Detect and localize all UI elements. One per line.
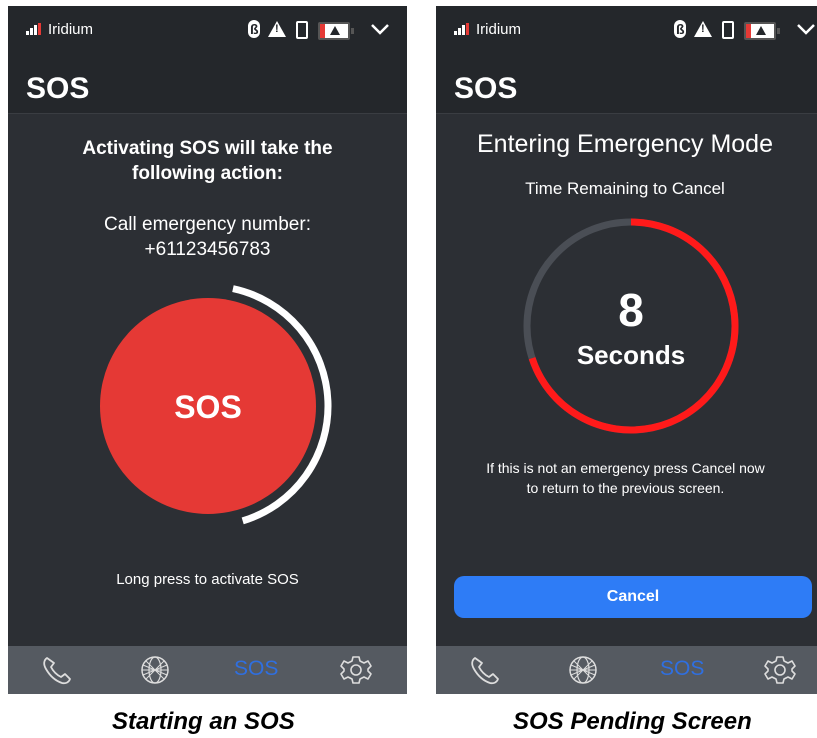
gear-icon[interactable] [763,654,797,686]
phone-screen-sos-pending: Iridium SOS Entering Emergency Mode Time… [436,6,817,694]
hint-text: Long press to activate SOS [116,571,299,588]
mode-heading: Entering Emergency Mode [477,130,773,158]
device-battery-icon [296,21,308,39]
chevron-down-icon[interactable] [796,22,816,36]
battery-low-icon [744,22,780,40]
phone-icon[interactable] [40,654,74,686]
countdown-dial: 8 Seconds [523,218,739,434]
chevron-down-icon[interactable] [370,22,390,36]
page-title: SOS [454,72,518,105]
action-label: Call emergency number: [104,214,311,235]
globe-icon[interactable] [138,654,172,686]
caption-right: SOS Pending Screen [513,708,752,735]
warning-icon [694,21,712,37]
heading-line: Activating SOS will take the [82,138,333,159]
cancel-note-line: If this is not an emergency press Cancel… [486,460,765,476]
sos-button-label: SOS [174,389,242,425]
battery-low-icon [318,22,354,40]
caption-left: Starting an SOS [112,708,295,735]
cancel-button[interactable]: Cancel [454,576,812,618]
gear-icon[interactable] [339,654,373,686]
signal-icon [454,23,470,35]
carrier-label: Iridium [48,21,94,38]
sos-press-dial: SOS [100,285,332,525]
cancel-note-line: to return to the previous screen. [526,480,725,496]
countdown-subheading: Time Remaining to Cancel [525,179,725,198]
countdown-value: 8 [618,284,644,336]
carrier-label: Iridium [476,21,522,38]
bottom-nav: SOS [8,646,407,694]
globe-icon[interactable] [566,654,600,686]
warning-icon [268,21,286,37]
bluetooth-icon [248,20,260,38]
status-bar: Iridium [436,6,817,56]
status-bar: Iridium [8,6,407,56]
device-battery-icon [722,21,734,39]
nav-sos-tab[interactable]: SOS [234,657,278,681]
phone-screen-start-sos: Iridium SOS Activating SOS will take the… [8,6,407,694]
page-title: SOS [26,72,90,105]
bluetooth-icon [674,20,686,38]
phone-icon[interactable] [468,654,502,686]
countdown-unit: Seconds [577,340,685,370]
emergency-number: +61123456783 [144,239,271,260]
nav-sos-tab[interactable]: SOS [660,657,704,681]
signal-icon [26,23,42,35]
bottom-nav: SOS [436,646,817,694]
heading-line: following action: [132,163,283,184]
